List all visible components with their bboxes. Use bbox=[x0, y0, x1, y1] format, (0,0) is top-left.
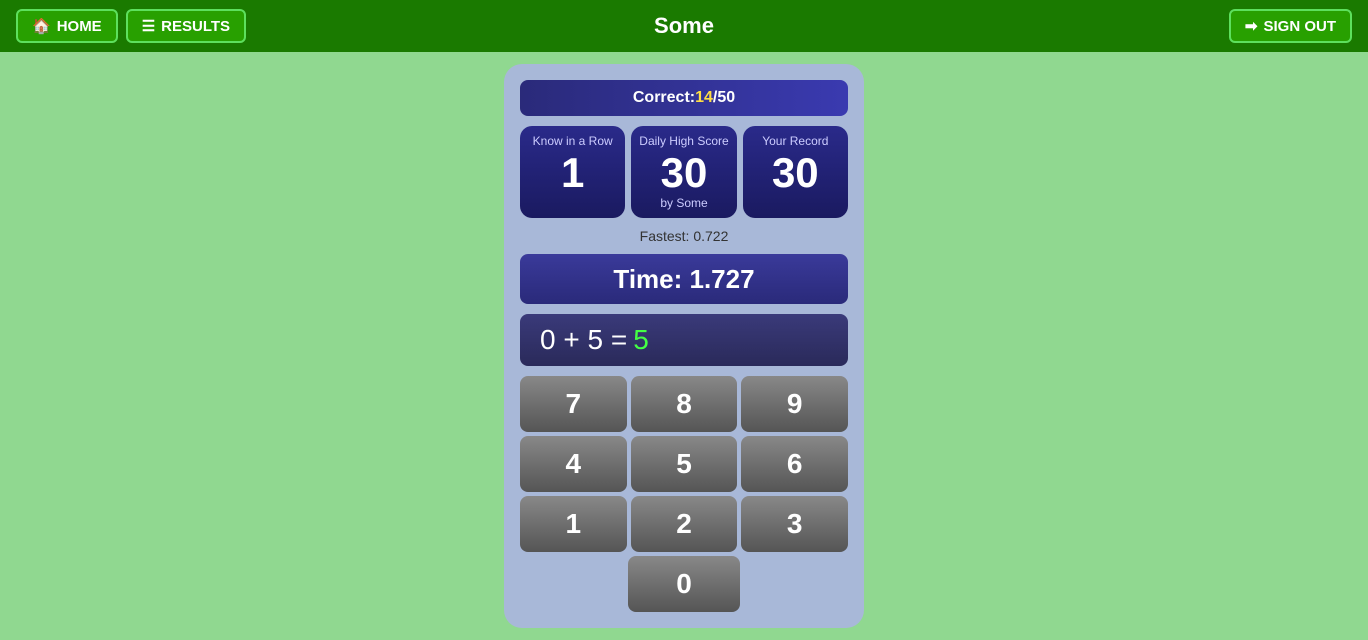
key-9[interactable]: 9 bbox=[741, 376, 848, 432]
stats-row: Know in a Row 1 Daily High Score 30 by S… bbox=[520, 126, 848, 218]
signout-icon: ➡ bbox=[1245, 17, 1258, 35]
key-3[interactable]: 3 bbox=[741, 496, 848, 552]
key-8[interactable]: 8 bbox=[631, 376, 738, 432]
results-label: RESULTS bbox=[161, 18, 230, 35]
key-5[interactable]: 5 bbox=[631, 436, 738, 492]
main-content: Correct: 14 / 50 Know in a Row 1 Daily H… bbox=[0, 52, 1368, 640]
home-button[interactable]: 🏠 HOME bbox=[16, 9, 118, 43]
know-in-row-value: 1 bbox=[561, 152, 584, 194]
daily-high-box: Daily High Score 30 by Some bbox=[631, 126, 736, 218]
nav-left: 🏠 HOME ☰ RESULTS bbox=[16, 9, 246, 43]
signout-label: SIGN OUT bbox=[1263, 18, 1336, 35]
key-7[interactable]: 7 bbox=[520, 376, 627, 432]
keypad-row-3: 1 2 3 bbox=[520, 496, 848, 552]
key-0[interactable]: 0 bbox=[628, 556, 739, 612]
know-in-row-box: Know in a Row 1 bbox=[520, 126, 625, 218]
record-box: Your Record 30 bbox=[743, 126, 848, 218]
daily-high-by: by Some bbox=[660, 196, 707, 210]
game-card: Correct: 14 / 50 Know in a Row 1 Daily H… bbox=[504, 64, 864, 628]
equation-bar: 0 + 5 = 5 bbox=[520, 314, 848, 366]
keypad-row-2: 4 5 6 bbox=[520, 436, 848, 492]
key-4[interactable]: 4 bbox=[520, 436, 627, 492]
fastest-text: Fastest: 0.722 bbox=[520, 228, 848, 244]
daily-high-label: Daily High Score bbox=[639, 134, 728, 148]
keypad-row-1: 7 8 9 bbox=[520, 376, 848, 432]
record-label: Your Record bbox=[762, 134, 828, 148]
know-in-row-label: Know in a Row bbox=[533, 134, 613, 148]
page-title: Some bbox=[654, 13, 714, 39]
daily-high-value: 30 bbox=[661, 152, 708, 194]
results-button[interactable]: ☰ RESULTS bbox=[126, 9, 246, 43]
answer-display: 5 bbox=[633, 324, 649, 356]
keypad: 7 8 9 4 5 6 1 2 3 0 bbox=[520, 376, 848, 612]
keypad-row-zero: 0 bbox=[520, 556, 848, 612]
correct-total: 50 bbox=[717, 89, 735, 107]
correct-label: Correct: bbox=[633, 89, 695, 107]
results-icon: ☰ bbox=[142, 17, 155, 35]
key-1[interactable]: 1 bbox=[520, 496, 627, 552]
key-2[interactable]: 2 bbox=[631, 496, 738, 552]
correct-bar: Correct: 14 / 50 bbox=[520, 80, 848, 116]
correct-value: 14 bbox=[695, 89, 713, 107]
navbar: 🏠 HOME ☰ RESULTS Some ➡ SIGN OUT bbox=[0, 0, 1368, 52]
equation-text: 0 + 5 = bbox=[540, 324, 627, 356]
home-label: HOME bbox=[57, 18, 102, 35]
record-value: 30 bbox=[772, 152, 819, 194]
key-6[interactable]: 6 bbox=[741, 436, 848, 492]
timer-bar: Time: 1.727 bbox=[520, 254, 848, 304]
signout-button[interactable]: ➡ SIGN OUT bbox=[1229, 9, 1352, 43]
home-icon: 🏠 bbox=[32, 17, 51, 35]
time-display: Time: 1.727 bbox=[613, 264, 754, 295]
